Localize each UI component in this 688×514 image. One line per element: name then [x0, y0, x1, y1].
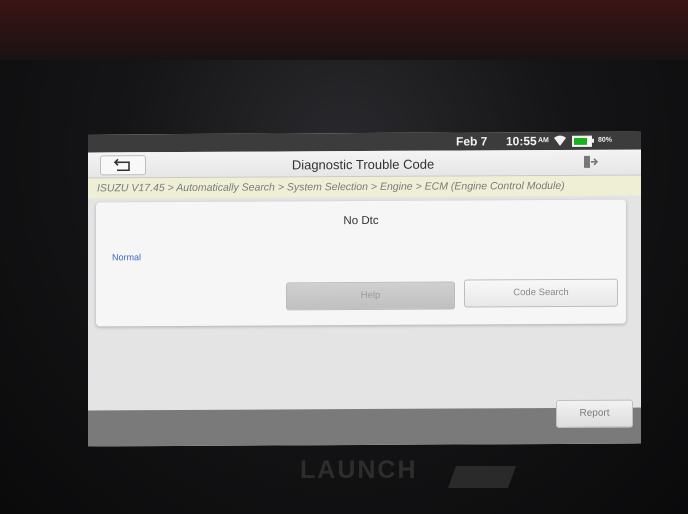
battery-percent: 80%: [598, 136, 613, 144]
status-date: Feb 7: [456, 134, 488, 149]
battery-icon: [572, 135, 592, 147]
breadcrumb: ISUZU V17.45 > Automatically Search > Sy…: [88, 175, 641, 199]
dtc-result-panel: No Dtc Normal Help Code Search: [96, 199, 626, 327]
battery-nub: [592, 138, 594, 143]
dtc-message: No Dtc: [343, 214, 379, 228]
screen: Feb 7 10:55 AM 80% Diagnostic Trouble Co…: [88, 131, 641, 447]
report-button[interactable]: Report: [556, 399, 633, 428]
status-ampm: AM: [538, 137, 549, 145]
scan-tool-device: Feb 7 10:55 AM 80% Diagnostic Trouble Co…: [0, 0, 688, 514]
status-time: 10:55: [506, 134, 537, 149]
back-button[interactable]: [100, 155, 146, 176]
footer-bar: Report: [88, 399, 641, 447]
exit-icon[interactable]: [582, 154, 598, 170]
system-status: Normal: [112, 252, 142, 263]
page-title: Diagnostic Trouble Code: [291, 156, 435, 173]
device-brand-logo: LAUNCH: [300, 456, 418, 484]
wifi-icon: [554, 135, 566, 146]
title-bar: Diagnostic Trouble Code: [88, 149, 641, 179]
device-bezel: [0, 0, 688, 60]
device-brand-stripe: [447, 466, 517, 488]
back-arrow-icon: [114, 158, 130, 172]
code-search-button[interactable]: Code Search: [464, 278, 618, 308]
help-button[interactable]: Help: [286, 281, 455, 311]
